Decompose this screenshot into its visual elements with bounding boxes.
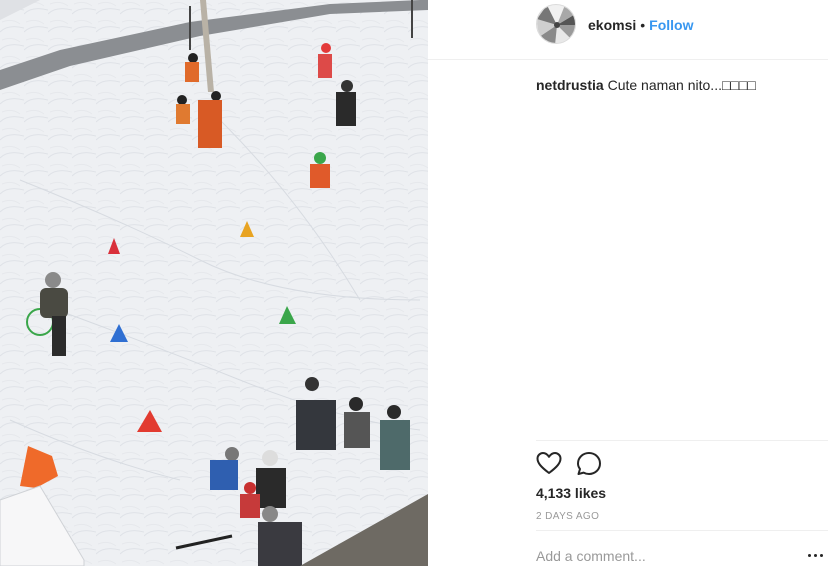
author-username[interactable]: ekomsi (588, 17, 636, 33)
likes-count[interactable]: 4,133 likes (536, 485, 606, 501)
comment-username[interactable]: netdrustia (536, 77, 604, 93)
post-panel: ekomsi • Follow netdrustia Cute naman nito… (428, 0, 828, 566)
avatar-image (537, 5, 575, 43)
profile-avatar[interactable] (536, 4, 576, 44)
like-button[interactable] (536, 451, 562, 477)
follow-button[interactable]: Follow (649, 17, 693, 33)
separator-dot: • (640, 17, 646, 33)
comment-text: Cute naman nito...□□□□ (607, 77, 756, 93)
more-options-icon-dot (820, 554, 823, 557)
comment-divider (536, 530, 828, 531)
post-photo[interactable] (0, 0, 428, 566)
heart-icon (536, 452, 562, 474)
add-comment-input[interactable] (536, 546, 786, 566)
more-options-button[interactable] (808, 552, 824, 560)
post-timestamp[interactable]: 2 DAYS AGO (536, 511, 599, 522)
actions-divider (536, 440, 828, 441)
snow-scene-image (0, 0, 428, 566)
comment-button[interactable] (576, 451, 602, 477)
comment-icon (577, 452, 601, 475)
author-row: ekomsi • Follow (588, 16, 693, 34)
more-options-icon-dot (814, 554, 817, 557)
comment-item: netdrustia Cute naman nito...□□□□ (536, 76, 756, 94)
more-options-icon (808, 554, 811, 557)
post-header: ekomsi • Follow (428, 0, 828, 60)
